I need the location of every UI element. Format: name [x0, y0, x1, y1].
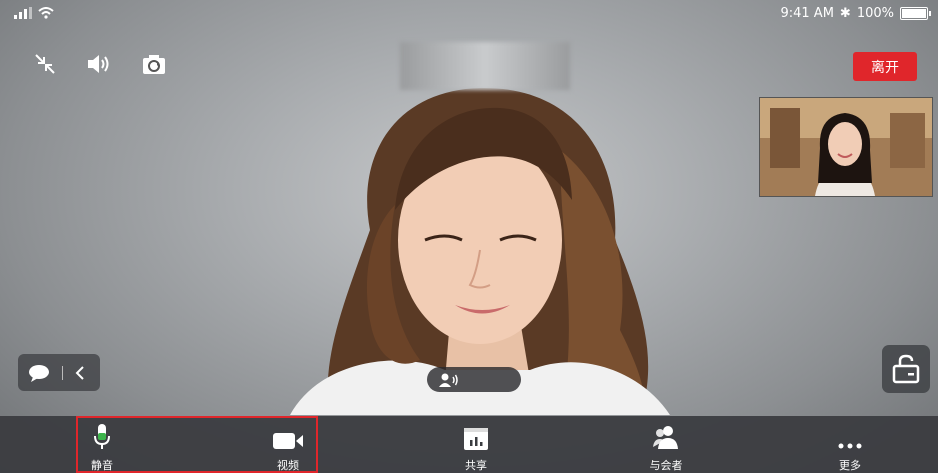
more-icon — [838, 443, 862, 449]
self-view-video[interactable] — [759, 97, 933, 197]
divider — [62, 365, 63, 380]
battery-icon — [900, 7, 931, 20]
status-bar: 9:41 AM ✱ 100% — [0, 0, 938, 30]
video-label: 视频 — [277, 459, 299, 472]
microphone-icon — [94, 424, 110, 449]
time-label: 9:41 AM — [780, 6, 834, 21]
chat-toggle[interactable] — [18, 354, 100, 391]
leave-button[interactable]: 离开 — [853, 52, 917, 81]
battery-label: 100% — [856, 6, 894, 21]
participants-label: 与会者 — [649, 459, 683, 472]
share-button[interactable]: 共享 — [436, 416, 516, 473]
wifi-icon — [38, 7, 54, 19]
share-label: 共享 — [465, 459, 487, 472]
participants-button[interactable]: 与会者 — [626, 416, 706, 473]
share-screen-icon — [464, 428, 488, 450]
top-controls — [34, 53, 166, 75]
video-call-screen: 9:41 AM ✱ 100% 离开 静音 视频 共享 与会者 更多 — [0, 0, 938, 473]
speaker-icon[interactable] — [86, 53, 112, 75]
bluetooth-icon: ✱ — [839, 6, 851, 21]
participants-icon — [653, 426, 678, 449]
lock-screen-button[interactable] — [882, 345, 930, 393]
bottom-toolbar: 静音 视频 共享 与会者 更多 — [0, 416, 938, 473]
camera-switch-icon[interactable] — [142, 53, 166, 75]
blurred-participant-name — [400, 42, 570, 90]
mute-button[interactable]: 静音 — [62, 416, 142, 473]
more-button[interactable]: 更多 — [810, 416, 890, 473]
lock-icon — [892, 354, 920, 384]
collapse-icon[interactable] — [34, 53, 56, 75]
more-label: 更多 — [839, 459, 861, 472]
video-button[interactable]: 视频 — [248, 416, 328, 473]
speaking-user-icon — [439, 373, 458, 387]
mute-label: 静音 — [91, 459, 113, 472]
chevron-left-icon — [75, 365, 84, 380]
signal-icon — [14, 7, 32, 19]
self-view-participant — [760, 98, 932, 196]
active-speaker-indicator — [427, 367, 521, 392]
video-camera-icon — [273, 433, 303, 449]
chat-bubble-icon — [29, 364, 49, 382]
